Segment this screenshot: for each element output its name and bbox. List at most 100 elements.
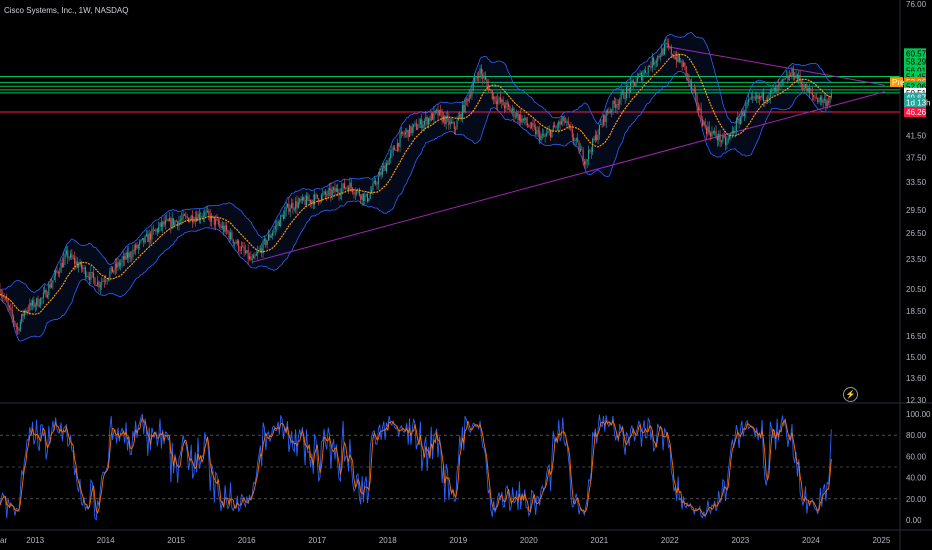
candle-body: [684, 62, 686, 67]
candle-body: [400, 131, 402, 134]
candle-body: [653, 57, 655, 65]
candle-body: [205, 211, 207, 213]
candle-body: [714, 131, 716, 133]
candle-body: [687, 74, 689, 76]
candle-body: [91, 272, 93, 273]
candle-body: [385, 163, 387, 172]
candle-body: [464, 98, 466, 113]
candle-body: [372, 183, 374, 191]
candle-body: [404, 132, 406, 135]
candle-body: [384, 165, 386, 172]
candle-body: [627, 87, 629, 89]
candle-body: [739, 117, 741, 124]
candle-body: [160, 222, 162, 227]
candle-body: [632, 80, 634, 83]
candle-body: [448, 117, 450, 125]
candle-body: [255, 254, 257, 256]
candle-body: [118, 262, 120, 266]
candle-body: [600, 124, 602, 125]
candle-body: [133, 249, 135, 251]
candle-body: [228, 232, 230, 239]
candle-body: [654, 62, 656, 65]
candle-body: [234, 242, 236, 244]
candle-body: [517, 112, 519, 121]
candle-body: [650, 66, 652, 68]
candle-body: [6, 298, 8, 303]
candle: [653, 56, 655, 66]
candle-body: [800, 81, 802, 84]
candle: [491, 90, 493, 101]
candle-body: [29, 302, 31, 311]
candle-body: [103, 280, 105, 282]
candle-body: [577, 138, 579, 142]
candle-body: [476, 77, 478, 79]
candle-body: [268, 234, 270, 241]
candle-body: [232, 239, 234, 244]
candle-body: [289, 208, 291, 212]
candle: [438, 109, 440, 117]
candle-body: [544, 135, 546, 137]
candle-body: [324, 191, 326, 195]
chart-canvas[interactable]: 76.00 41.50 37.50 33.50 29.50 26.50 23.50 20.50…: [0, 0, 932, 550]
candle-body: [239, 250, 241, 251]
candle-body: [749, 98, 751, 100]
candle-body: [61, 262, 63, 268]
candle-body: [670, 46, 672, 55]
candle-body: [281, 215, 283, 216]
time-tick-label: 2022: [661, 536, 679, 545]
candle-body: [441, 112, 443, 122]
candle-body: [536, 130, 538, 135]
time-tick-label: 2020: [520, 536, 538, 545]
candle-body: [566, 121, 568, 123]
candle-body: [522, 118, 524, 121]
candle-body: [552, 125, 554, 130]
candle-body: [171, 218, 173, 228]
time-axis[interactable]: ar 2013 2014 2015 2016 2017 2018 2019 2020 2021 20…: [0, 529, 932, 545]
candle-body: [105, 280, 107, 282]
candle: [280, 214, 282, 228]
candle-body: [284, 211, 286, 219]
candle-body: [390, 153, 392, 159]
candle-body: [32, 300, 34, 306]
candle-body: [89, 276, 91, 280]
candle-body: [236, 240, 238, 244]
candle-body: [630, 81, 632, 92]
candle-body: [677, 54, 679, 62]
candle-body: [181, 218, 183, 220]
candle-body: [280, 215, 282, 226]
candle-body: [726, 141, 728, 145]
candle-body: [745, 103, 747, 113]
candle-body: [293, 209, 295, 210]
time-tick-label: 2021: [590, 536, 608, 545]
candle-body: [575, 138, 577, 140]
candle-body: [174, 220, 176, 226]
candle-body: [190, 215, 192, 220]
candle-body: [106, 279, 108, 281]
candle-body: [204, 211, 206, 217]
candle-body: [350, 182, 352, 188]
candle-body: [829, 97, 831, 103]
candle-body: [353, 192, 355, 195]
candle-body: [817, 97, 819, 102]
lightning-icon[interactable]: ⚡: [843, 387, 858, 402]
candle-body: [518, 114, 520, 121]
candle-body: [444, 115, 446, 125]
candle-body: [411, 127, 413, 133]
candle-body: [661, 48, 663, 57]
candle-body: [247, 250, 249, 260]
candle-body: [225, 225, 227, 231]
candle-body: [682, 62, 684, 67]
candle-body: [63, 258, 65, 268]
price-tick-label: 76.00: [906, 0, 927, 9]
candle-body: [432, 113, 434, 120]
candle-body: [361, 193, 363, 200]
candle-body: [710, 132, 712, 137]
candle-body: [430, 113, 432, 121]
candle-body: [586, 159, 588, 162]
candle-body: [697, 106, 699, 111]
time-tick-label: 2015: [167, 536, 185, 545]
candle-body: [560, 121, 562, 125]
candle-body: [602, 115, 604, 125]
candle-body: [257, 251, 259, 255]
candle-body: [429, 118, 431, 121]
